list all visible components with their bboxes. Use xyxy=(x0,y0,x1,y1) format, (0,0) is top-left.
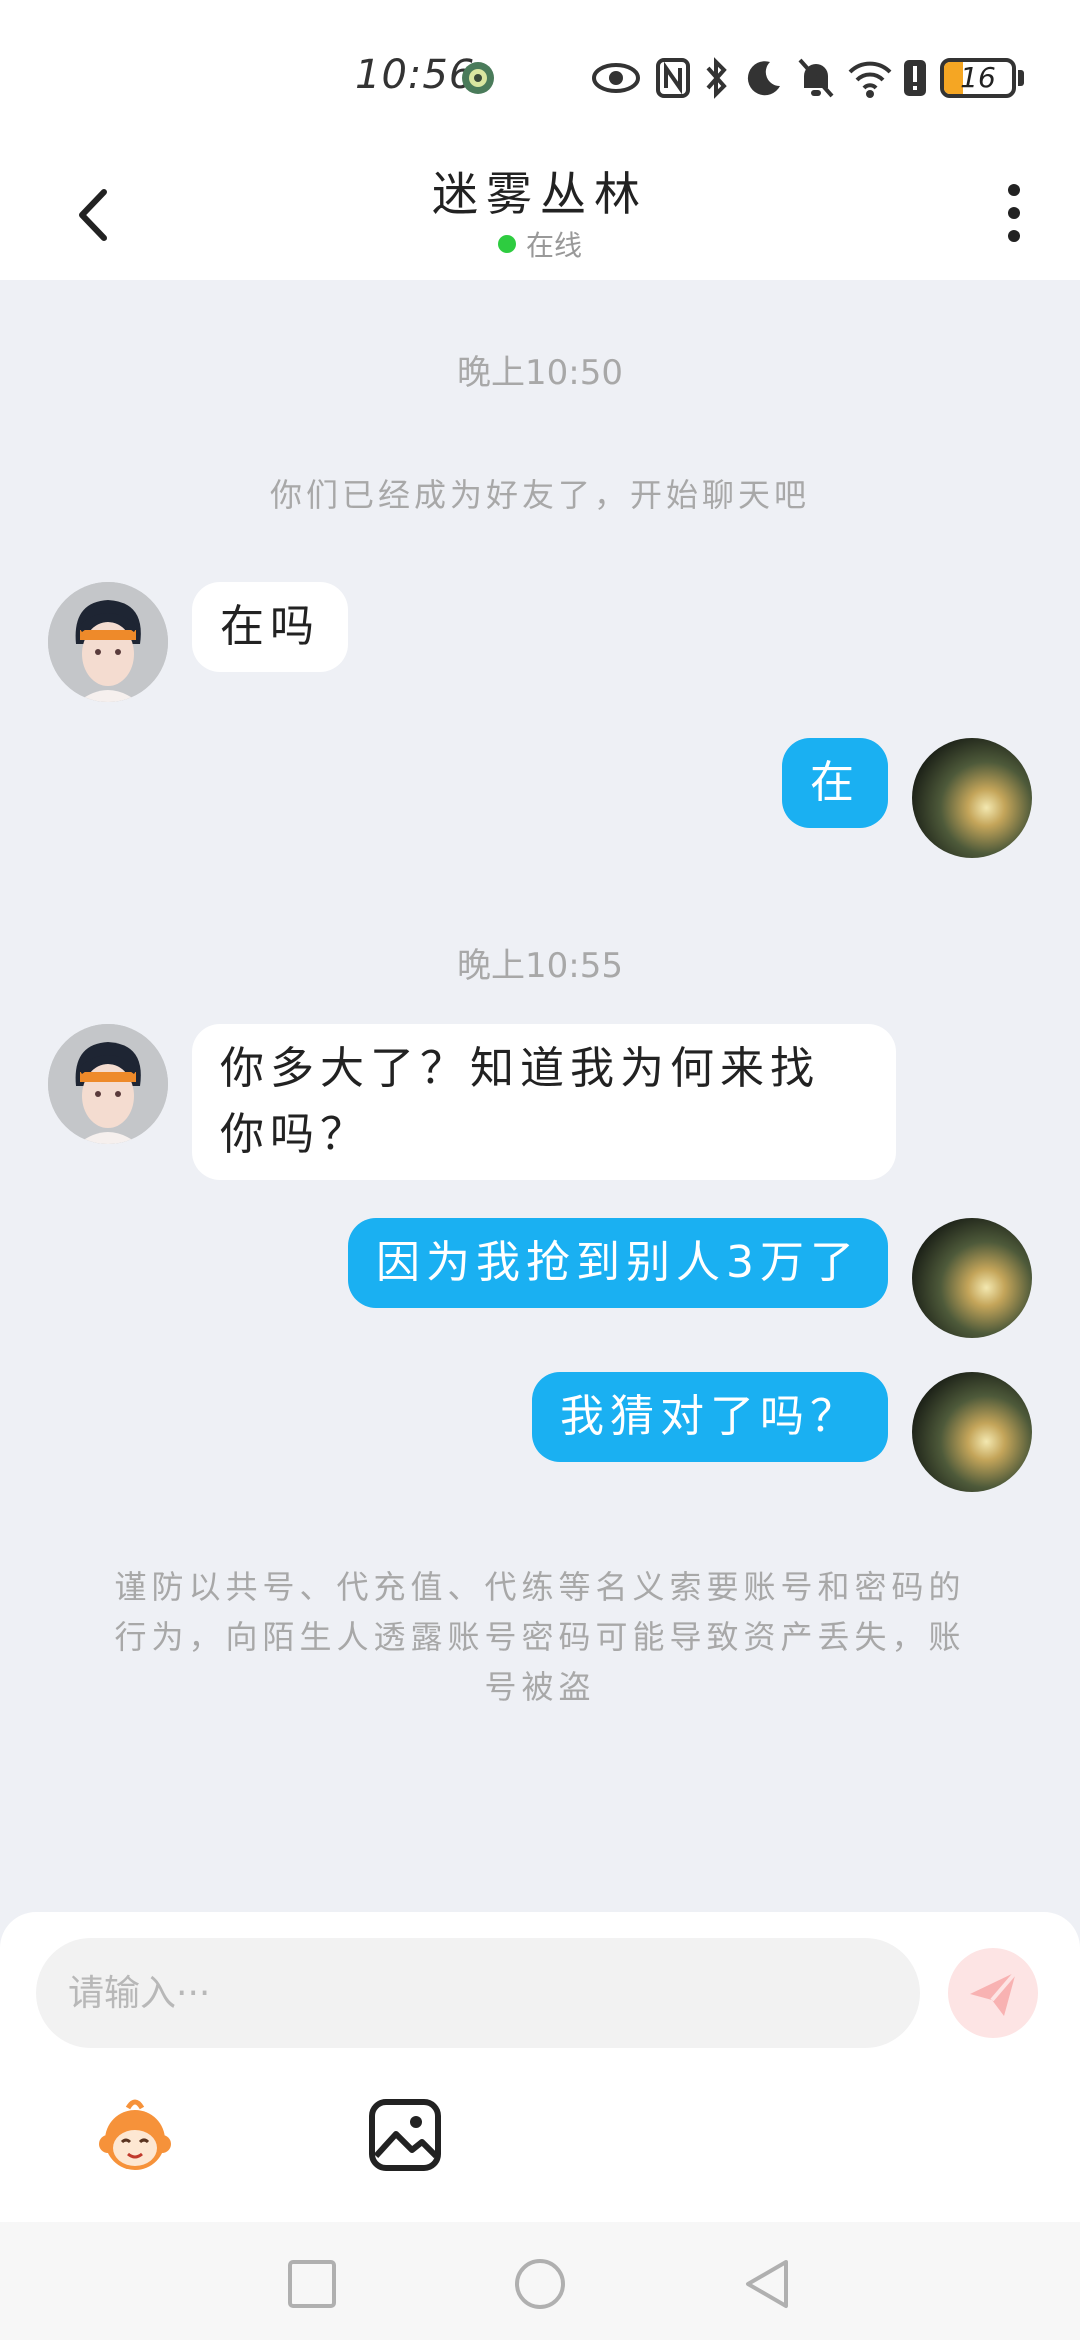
mute-bell-icon xyxy=(798,58,834,98)
chat-title: 迷雾丛林 xyxy=(432,167,648,221)
status-time: 10:56 xyxy=(355,52,476,98)
eye-icon xyxy=(592,63,640,93)
contact-avatar-image xyxy=(48,1024,168,1144)
image-picker-icon[interactable] xyxy=(368,2098,442,2172)
message-bubble-sent[interactable]: 在 xyxy=(782,738,888,828)
message-input[interactable] xyxy=(36,1938,920,2048)
message-bubble-sent[interactable]: 因为我抢到别人3万了 xyxy=(348,1218,888,1308)
my-avatar[interactable] xyxy=(912,1372,1032,1492)
wifi-icon xyxy=(848,61,892,98)
message-bubble-sent[interactable]: 我猜对了吗？ xyxy=(532,1372,888,1462)
home-button[interactable] xyxy=(512,2256,568,2312)
message-bubble-received[interactable]: 在吗 xyxy=(192,582,348,672)
contact-avatar-image xyxy=(48,582,168,702)
more-dot xyxy=(1008,184,1020,196)
more-dot xyxy=(1008,207,1020,219)
alert-icon xyxy=(904,60,926,96)
online-status-label: 在线 xyxy=(525,229,582,262)
my-avatar[interactable] xyxy=(912,1218,1032,1338)
time-separator: 晚上10:50 xyxy=(457,353,623,393)
security-warning: 谨防以共号、代充值、代练等名义索要账号和密码的行为，向陌生人透露账号密码可能导致… xyxy=(114,1568,966,1706)
status-bar: 10:56 16 xyxy=(0,0,1080,140)
message-bubble-received[interactable]: 你多大了？知道我为何来找 你吗？ xyxy=(192,1024,896,1180)
back-nav-button[interactable] xyxy=(740,2256,796,2312)
navigation-bar xyxy=(0,2222,1080,2340)
battery-tip xyxy=(1018,70,1024,86)
battery-icon: 16 xyxy=(940,58,1016,98)
emoji-sticker-icon[interactable] xyxy=(90,2092,180,2182)
more-options-button[interactable] xyxy=(1000,178,1028,248)
moon-icon xyxy=(747,61,780,96)
battery-level: 16 xyxy=(960,61,996,94)
contact-avatar[interactable] xyxy=(48,582,168,702)
send-icon xyxy=(970,1970,1018,2016)
my-avatar[interactable] xyxy=(912,738,1032,858)
nfc-icon xyxy=(656,58,690,98)
send-button[interactable] xyxy=(948,1948,1038,2038)
recent-apps-button[interactable] xyxy=(284,2256,340,2312)
time-separator: 晚上10:55 xyxy=(457,946,623,986)
contact-avatar[interactable] xyxy=(48,1024,168,1144)
app-notification-icon xyxy=(462,62,494,94)
bluetooth-icon xyxy=(706,57,727,99)
input-panel xyxy=(0,1912,1080,2222)
message-line: 你多大了？知道我为何来找 xyxy=(220,1043,820,1094)
online-dot-icon xyxy=(497,235,516,253)
online-status: 在线 xyxy=(0,224,1080,264)
chat-screen: 10:56 16 迷雾丛林 在线 晚上10:50 你们已经成为好友了，开始聊天吧… xyxy=(0,0,1080,2340)
system-message: 你们已经成为好友了，开始聊天吧 xyxy=(269,476,810,514)
chat-header: 迷雾丛林 在线 xyxy=(0,140,1080,280)
message-line: 你吗？ xyxy=(220,1109,370,1160)
more-dot xyxy=(1008,230,1020,242)
